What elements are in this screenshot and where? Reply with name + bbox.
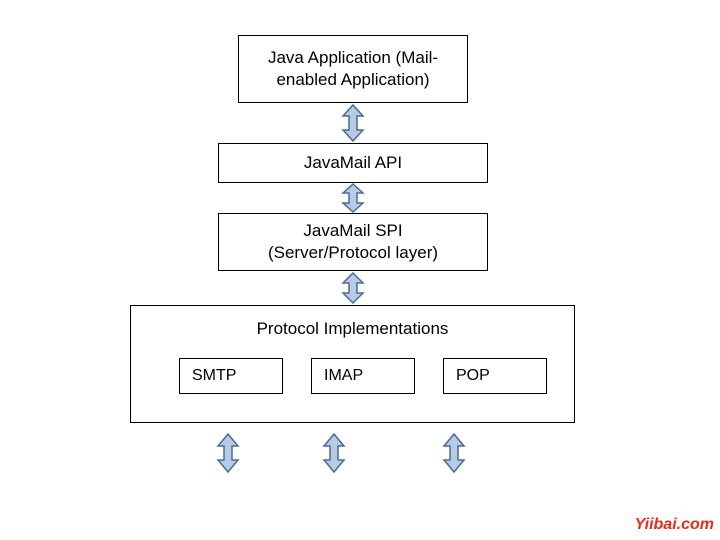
arrow-app-api xyxy=(338,104,368,142)
protocol-implementations-title: Protocol Implementations xyxy=(131,306,574,340)
double-arrow-icon xyxy=(319,433,349,473)
box-javamail-api: JavaMail API xyxy=(218,143,488,183)
box-javamail-spi: JavaMail SPI (Server/Protocol layer) xyxy=(218,213,488,271)
protocol-imap: IMAP xyxy=(311,358,415,394)
protocol-pop-label: POP xyxy=(456,366,490,387)
protocol-smtp-label: SMTP xyxy=(192,366,236,387)
box-java-application: Java Application (Mail-enabled Applicati… xyxy=(238,35,468,103)
arrow-pop-down xyxy=(439,433,469,473)
arrow-api-spi xyxy=(338,183,368,213)
box-protocol-implementations: Protocol Implementations SMTP IMAP POP xyxy=(130,305,575,423)
double-arrow-icon xyxy=(439,433,469,473)
protocol-pop: POP xyxy=(443,358,547,394)
protocol-smtp: SMTP xyxy=(179,358,283,394)
watermark-text: Yiibai.com xyxy=(635,516,714,533)
protocol-imap-label: IMAP xyxy=(324,366,363,387)
arrow-smtp-down xyxy=(213,433,243,473)
arrow-spi-impl xyxy=(338,272,368,304)
protocols-row: SMTP IMAP POP xyxy=(179,358,547,394)
double-arrow-icon xyxy=(213,433,243,473)
arrow-imap-down xyxy=(319,433,349,473)
double-arrow-icon xyxy=(338,272,368,304)
box-java-application-label: Java Application (Mail-enabled Applicati… xyxy=(239,47,467,91)
box-javamail-spi-label: JavaMail SPI (Server/Protocol layer) xyxy=(268,220,438,264)
double-arrow-icon xyxy=(338,104,368,142)
double-arrow-icon xyxy=(338,183,368,213)
box-javamail-api-label: JavaMail API xyxy=(304,152,402,174)
watermark: Yiibai.com xyxy=(635,516,714,534)
